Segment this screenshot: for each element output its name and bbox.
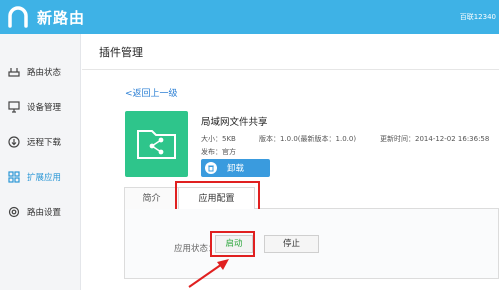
sidebar-item-label: 远程下载 <box>27 138 62 148</box>
sidebar-item-label: 路由设置 <box>27 208 62 218</box>
plugin-name: 局域网文件共享 <box>201 117 268 128</box>
sidebar-item-extensions[interactable]: 扩展应用 <box>0 166 80 188</box>
account-name[interactable]: 百联12340 <box>460 12 496 22</box>
plugin-size: 大小：5KB <box>201 135 236 143</box>
apps-grid-icon <box>8 171 20 183</box>
stop-button[interactable]: 停止 <box>264 235 319 253</box>
sidebar-item-label: 设备管理 <box>27 103 62 113</box>
sidebar-item-router-settings[interactable]: 路由设置 <box>0 201 80 223</box>
sidebar-item-router-status[interactable]: 路由状态 <box>0 61 80 83</box>
back-link[interactable]: <返回上一级 <box>125 86 178 99</box>
tab-intro[interactable]: 简介 <box>124 187 179 209</box>
plugin-updated-time: 更新时间：2014-12-02 16:36:58 <box>380 135 490 143</box>
sidebar-item-device-management[interactable]: 设备管理 <box>0 96 80 118</box>
trash-icon <box>205 162 217 174</box>
plugin-version: 版本：1.0.0(最新版本：1.0.0) <box>259 135 357 143</box>
logo-icon <box>7 6 29 28</box>
top-bar: 新路由 百联12340 <box>0 0 499 34</box>
logo-text: 新路由 <box>37 8 86 27</box>
settings-gear-icon <box>8 206 20 218</box>
download-icon <box>8 136 20 148</box>
folder-share-icon <box>125 130 188 180</box>
sidebar-item-label: 路由状态 <box>27 68 62 78</box>
uninstall-label: 卸载 <box>227 164 245 174</box>
logo[interactable]: 新路由 <box>7 6 85 28</box>
page-title: 插件管理 <box>99 46 143 59</box>
sidebar-item-remote-download[interactable]: 远程下载 <box>0 131 80 153</box>
plugin-app-icon <box>125 111 188 177</box>
start-highlight-box <box>210 231 255 257</box>
router-status-icon <box>8 66 20 78</box>
uninstall-button[interactable]: 卸载 <box>201 159 270 177</box>
sidebar-item-label: 扩展应用 <box>27 173 62 183</box>
plugin-publisher: 发布：官方 <box>201 148 236 156</box>
sidebar: 路由状态 设备管理 远程下载 扩展应用 路由设置 <box>0 34 81 290</box>
title-divider <box>82 69 499 70</box>
device-monitor-icon <box>8 101 20 113</box>
main-content: 插件管理 <返回上一级 局域网文件共享 大小：5KB 版本：1.0.0(最新版本… <box>82 34 499 290</box>
